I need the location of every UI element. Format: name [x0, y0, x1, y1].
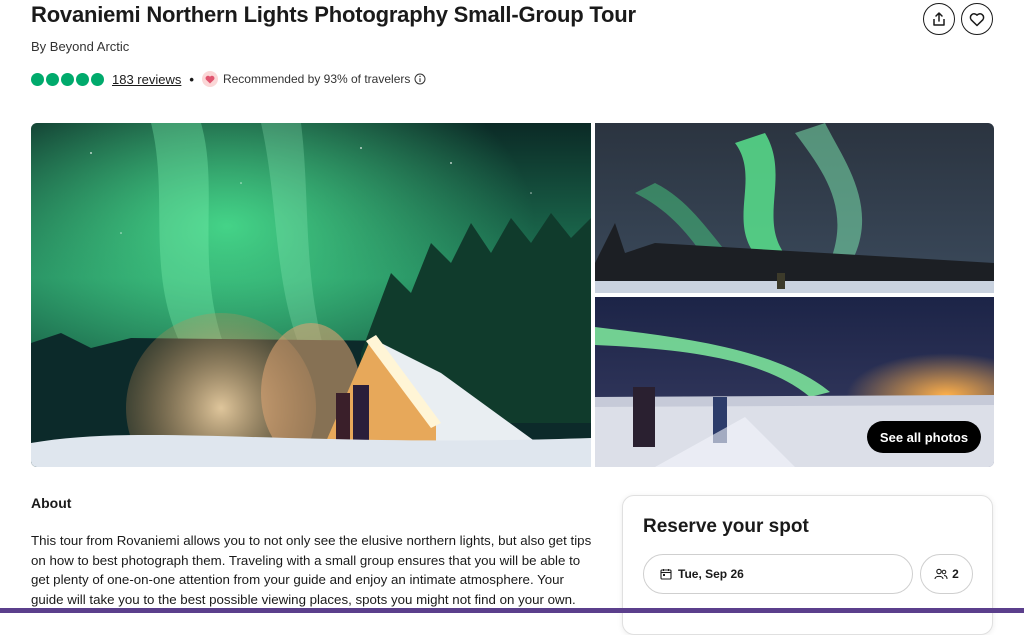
recommendation-text: Recommended by 93% of travelers [222, 72, 411, 86]
heart-icon [969, 12, 985, 26]
rating-row: 183 reviews • Recommended by 93% of trav… [31, 70, 426, 88]
rating-bubble-icon [76, 72, 89, 86]
info-icon[interactable] [414, 73, 426, 85]
reviews-link[interactable]: 183 reviews [112, 72, 181, 87]
share-icon [933, 12, 945, 26]
about-description: This tour from Rovaniemi allows you to n… [31, 533, 592, 607]
rating-bubbles [31, 72, 104, 86]
save-button[interactable] [961, 3, 993, 35]
travelers-picker[interactable]: 2 [920, 554, 973, 594]
main-tour-photo[interactable] [31, 123, 591, 467]
calendar-icon [660, 569, 672, 580]
traveler-count: 2 [952, 567, 959, 581]
rating-bubble-icon [31, 72, 44, 86]
date-picker[interactable]: Tue, Sep 26 [643, 554, 913, 594]
separator-dot: • [189, 71, 194, 87]
selected-date: Tue, Sep 26 [678, 567, 744, 581]
reserve-title: Reserve your spot [643, 516, 809, 537]
see-all-photos-button[interactable]: See all photos [867, 421, 981, 453]
footer-strip [0, 608, 1024, 613]
about-heading: About [31, 495, 72, 511]
people-icon [934, 568, 948, 580]
rating-bubble-icon [61, 72, 74, 86]
operator-byline[interactable]: By Beyond Arctic [31, 39, 129, 54]
rating-bubble-icon [91, 72, 104, 86]
recommend-heart-icon [201, 71, 218, 87]
page-title: Rovaniemi Northern Lights Photography Sm… [31, 2, 636, 27]
gallery-photo-aurora-sky[interactable] [595, 123, 994, 293]
reserve-card: Reserve your spot Tue, Sep 26 2 [622, 495, 993, 635]
share-button[interactable] [923, 3, 955, 35]
rating-bubble-icon [46, 72, 59, 86]
